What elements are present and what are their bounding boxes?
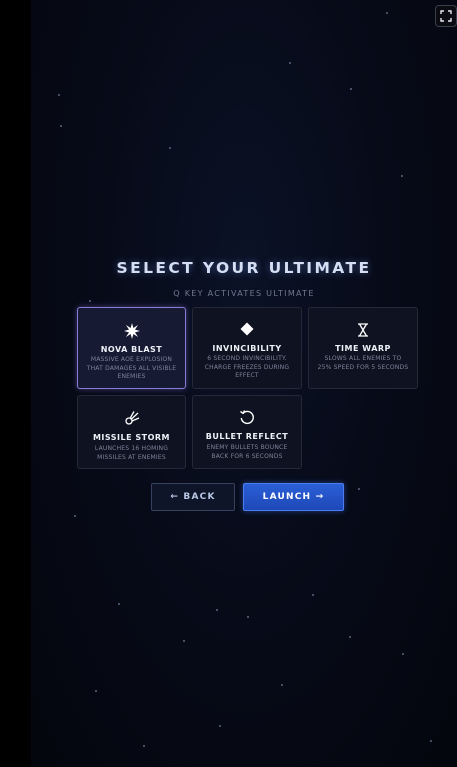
- back-button[interactable]: ← BACK: [151, 483, 235, 511]
- reflect-arrow-icon: [193, 409, 301, 425]
- ultimate-name: NOVA BLAST: [100, 345, 163, 354]
- fullscreen-icon: [440, 10, 452, 22]
- star: [118, 603, 120, 605]
- ultimate-name: MISSILE STORM: [92, 433, 171, 442]
- page-subtitle: Q KEY ACTIVATES ULTIMATE: [173, 289, 315, 298]
- ultimate-name: TIME WARP: [335, 344, 391, 353]
- star: [358, 488, 360, 490]
- star: [143, 745, 145, 747]
- star: [60, 125, 62, 127]
- star: [95, 690, 97, 692]
- star: [402, 653, 404, 655]
- starburst-icon: [78, 323, 185, 339]
- star: [183, 640, 185, 642]
- star: [58, 94, 60, 96]
- left-border: [0, 0, 31, 767]
- page-title: SELECT YOUR ULTIMATE: [116, 259, 372, 277]
- ultimate-description: 6 SECOND INVINCIBILITY. CHARGE FREEZES D…: [204, 355, 290, 379]
- star: [216, 609, 218, 611]
- ultimate-card-missile-storm[interactable]: MISSILE STORM LAUNCHES 16 HOMING MISSILE…: [77, 395, 186, 469]
- star: [312, 594, 314, 596]
- star: [74, 515, 76, 517]
- star: [89, 300, 91, 302]
- ultimate-description: MASSIVE AOE EXPLOSION THAT DAMAGES ALL V…: [86, 356, 177, 380]
- ultimate-card-bullet-reflect[interactable]: BULLET REFLECT ENEMY BULLETS BOUNCE BACK…: [192, 395, 302, 469]
- ultimate-description: ENEMY BULLETS BOUNCE BACK FOR 6 SECONDS: [206, 444, 288, 460]
- ultimate-card-nova-blast[interactable]: NOVA BLAST MASSIVE AOE EXPLOSION THAT DA…: [77, 307, 186, 389]
- ultimate-description: LAUNCHES 16 HOMING MISSILES AT ENEMIES: [94, 445, 169, 461]
- star: [350, 88, 352, 90]
- star: [219, 725, 221, 727]
- comet-icon: [78, 410, 185, 426]
- hourglass-icon: [309, 323, 417, 337]
- ultimate-description: SLOWS ALL ENEMIES TO 25% SPEED FOR 5 SEC…: [317, 355, 409, 371]
- ultimate-name: BULLET REFLECT: [205, 432, 289, 441]
- ultimate-name: INVINCIBILITY: [212, 344, 282, 353]
- ultimate-card-invincibility[interactable]: INVINCIBILITY 6 SECOND INVINCIBILITY. CH…: [192, 307, 302, 389]
- star: [430, 740, 432, 742]
- star: [289, 62, 291, 64]
- fullscreen-button[interactable]: [435, 5, 457, 27]
- star: [247, 616, 249, 618]
- star: [281, 684, 283, 686]
- star: [169, 147, 171, 149]
- star: [401, 175, 403, 177]
- ultimate-card-time-warp[interactable]: TIME WARP SLOWS ALL ENEMIES TO 25% SPEED…: [308, 307, 418, 389]
- star: [349, 636, 351, 638]
- star: [386, 12, 388, 14]
- diamond-icon: [193, 322, 301, 336]
- launch-button[interactable]: LAUNCH →: [243, 483, 344, 511]
